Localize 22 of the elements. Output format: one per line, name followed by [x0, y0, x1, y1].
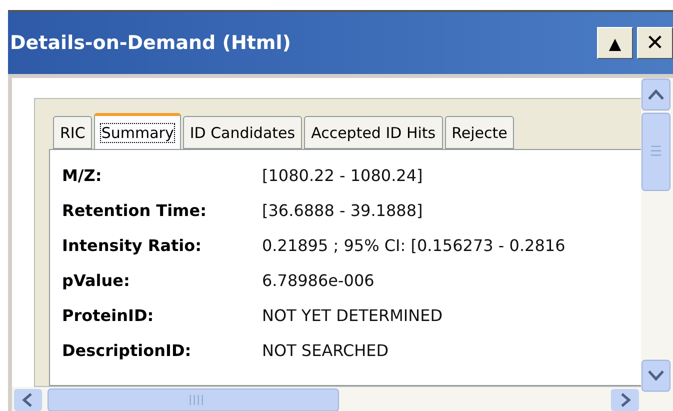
field-label: DescriptionID: [62, 341, 192, 360]
collapse-button[interactable]: ▲ [597, 27, 633, 59]
field-value: [1080.22 - 1080.24] [262, 166, 423, 185]
close-button[interactable]: ✕ [637, 27, 673, 59]
tab[interactable]: ID Candidates [182, 116, 302, 149]
field-label: Intensity Ratio: [62, 236, 203, 255]
field-value: 0.21895 ; 95% CI: [0.156273 - 0.2816 [262, 236, 566, 255]
tab[interactable]: Summary [94, 113, 181, 149]
vertical-scrollbar[interactable] [641, 78, 673, 411]
window-title: Details-on-Demand (Html) [10, 32, 291, 54]
field-label: ProteinID: [62, 306, 155, 325]
tab[interactable]: Accepted ID Hits [304, 116, 443, 149]
field-value: NOT YET DETERMINED [262, 306, 443, 325]
field-value: 6.78986e-006 [262, 271, 374, 290]
field-value: NOT SEARCHED [262, 341, 389, 360]
field-label: M/Z: [62, 166, 103, 185]
horizontal-scrollbar[interactable] [12, 387, 641, 411]
tab[interactable]: RIC [53, 116, 92, 149]
field-value: [36.6888 - 39.1888] [262, 201, 423, 220]
field-label: Retention Time: [62, 201, 208, 220]
tab[interactable]: Rejecte [444, 116, 514, 149]
field-label: pValue: [62, 271, 131, 290]
